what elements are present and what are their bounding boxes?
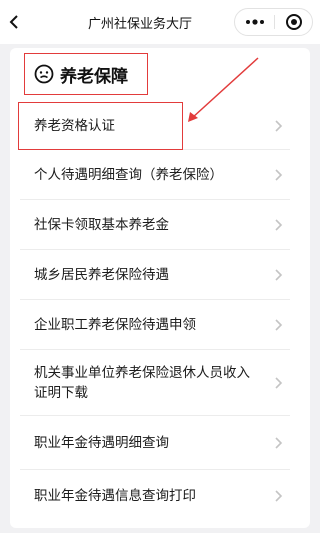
menu-item-label: 社保卡领取基本养老金 bbox=[34, 216, 169, 233]
menu-item-urban-rural-pension[interactable]: 城乡居民养老保险待遇 bbox=[20, 250, 290, 300]
page-title: 广州社保业务大厅 bbox=[87, 17, 192, 32]
chevron-right-icon bbox=[275, 120, 283, 132]
chevron-right-icon bbox=[275, 168, 283, 181]
target-close-icon bbox=[285, 14, 302, 30]
menu-item-occupational-annuity-print[interactable]: 职业年金待遇信息查询打印 bbox=[20, 470, 290, 522]
chevron-right-icon bbox=[275, 268, 283, 281]
mini-program-capsule bbox=[234, 8, 313, 36]
top-nav-bar: 广州社保业务大厅 bbox=[0, 0, 320, 44]
chevron-right-icon bbox=[275, 436, 283, 449]
chevron-left-icon bbox=[9, 15, 18, 29]
menu-item-label: 城乡居民养老保险待遇 bbox=[34, 266, 169, 283]
menu-item-label: 个人待遇明细查询（养老保险） bbox=[34, 166, 223, 183]
chevron-right-icon bbox=[275, 490, 283, 502]
close-button[interactable] bbox=[275, 9, 312, 35]
menu-item-label: 企业职工养老保险待遇申领 bbox=[34, 316, 196, 333]
chevron-right-icon bbox=[275, 318, 283, 331]
menu-item-occupational-annuity-detail[interactable]: 职业年金待遇明细查询 bbox=[20, 416, 290, 470]
menu-item-employee-pension-claim[interactable]: 企业职工养老保险待遇申领 bbox=[20, 300, 290, 350]
menu-item-retiree-income-certificate[interactable]: 机关事业单位养老保险退休人员收入证明下载 bbox=[20, 350, 290, 416]
menu-item-label: 职业年金待遇明细查询 bbox=[34, 434, 169, 451]
chevron-right-icon bbox=[275, 376, 283, 389]
back-button[interactable] bbox=[0, 8, 28, 36]
section-title: 养老保障 bbox=[60, 66, 128, 87]
section-header: 养老保障 bbox=[24, 53, 148, 95]
menu-item-social-card-pension[interactable]: 社保卡领取基本养老金 bbox=[20, 200, 290, 250]
more-dots-icon bbox=[245, 19, 264, 25]
menu-item-personal-benefit-detail[interactable]: 个人待遇明细查询（养老保险） bbox=[20, 150, 290, 200]
menu-item-pension-qualification[interactable]: 养老资格认证 bbox=[20, 103, 290, 150]
menu-item-label: 职业年金待遇信息查询打印 bbox=[34, 488, 196, 504]
more-button[interactable] bbox=[235, 9, 274, 35]
chevron-right-icon bbox=[275, 218, 283, 231]
menu-item-label: 养老资格认证 bbox=[34, 118, 115, 134]
face-icon bbox=[34, 64, 54, 84]
menu-item-label: 机关事业单位养老保险退休人员收入证明下载 bbox=[34, 364, 250, 401]
